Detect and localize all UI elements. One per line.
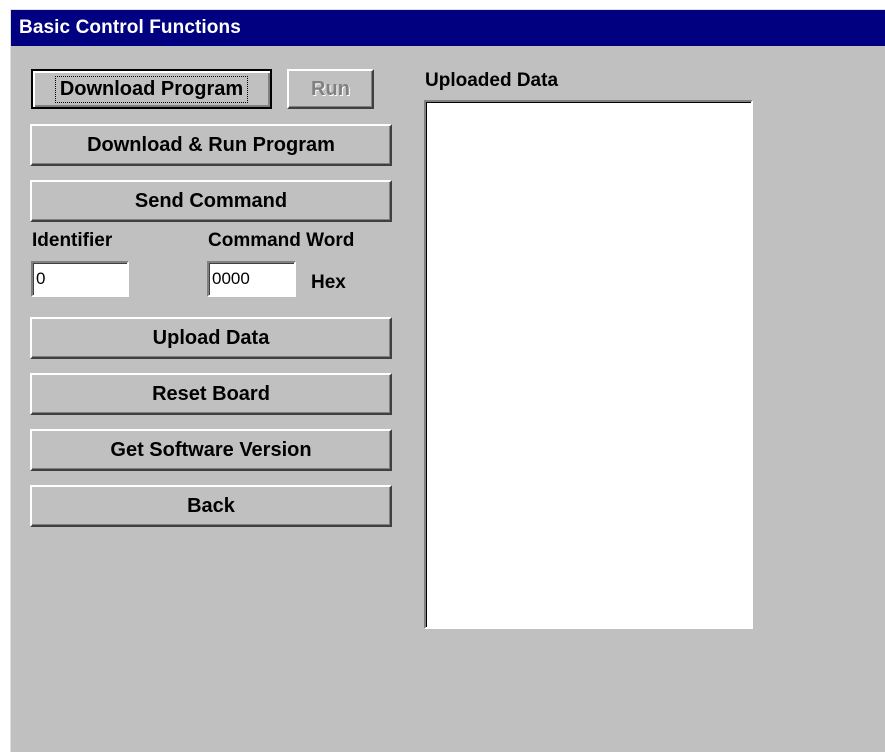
send-command-button[interactable]: Send Command: [30, 180, 392, 222]
basic-control-functions-window: Basic Control Functions Download Program…: [10, 9, 885, 752]
uploaded-data-listbox[interactable]: [424, 100, 753, 629]
reset-board-label: Reset Board: [152, 382, 270, 405]
get-software-version-button[interactable]: Get Software Version: [30, 429, 392, 471]
upload-data-label: Upload Data: [152, 326, 270, 349]
window-title: Basic Control Functions: [11, 10, 885, 46]
reset-board-button[interactable]: Reset Board: [30, 373, 392, 415]
send-command-label: Send Command: [134, 189, 288, 212]
identifier-input[interactable]: [31, 261, 129, 297]
download-run-program-label: Download & Run Program: [87, 133, 335, 156]
get-software-version-label: Get Software Version: [110, 438, 312, 461]
download-program-label: Download Program: [54, 75, 249, 103]
back-button[interactable]: Back: [30, 485, 392, 527]
run-label: Run: [311, 77, 350, 100]
command-word-input[interactable]: [207, 261, 296, 297]
uploaded-data-label: Uploaded Data: [425, 70, 559, 91]
identifier-label: Identifier: [32, 230, 113, 251]
download-run-program-button[interactable]: Download & Run Program: [30, 124, 392, 166]
hex-label: Hex: [311, 272, 346, 293]
upload-data-button[interactable]: Upload Data: [30, 317, 392, 359]
download-program-button[interactable]: Download Program: [31, 69, 272, 109]
run-button[interactable]: Run: [287, 69, 374, 109]
command-word-label: Command Word: [208, 230, 355, 251]
back-label: Back: [187, 494, 235, 517]
